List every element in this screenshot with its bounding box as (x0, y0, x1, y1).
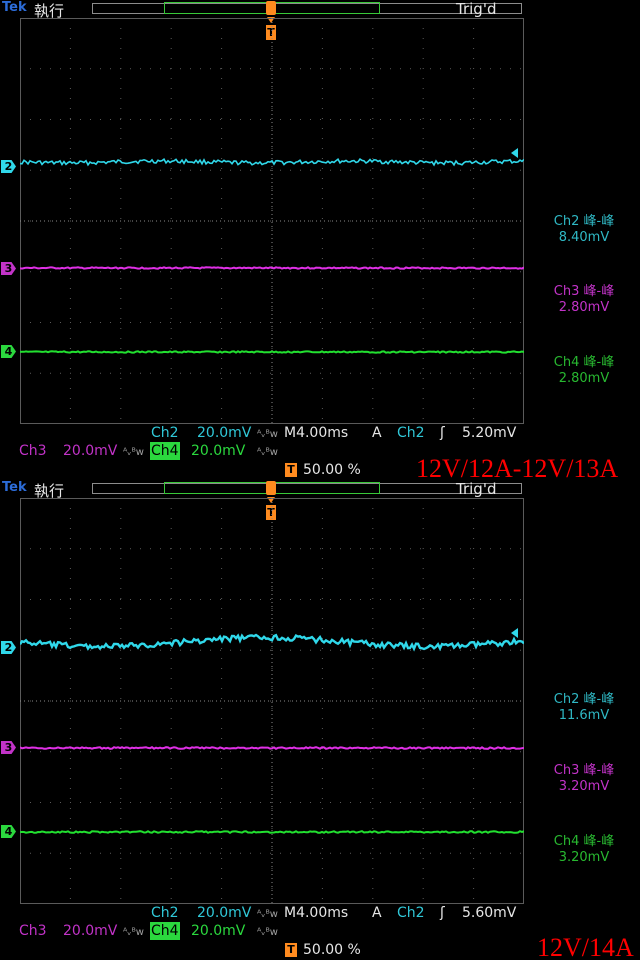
ch2-measure-value: 11.6mV (558, 708, 610, 723)
ch2-measure-value: 8.40mV (558, 230, 610, 245)
trigger-position-marker-top[interactable] (266, 481, 276, 495)
ch3-measure-value: 3.20mV (558, 779, 610, 794)
ch4-status-label[interactable]: Ch4 (150, 442, 180, 460)
ch3-bw-limit-icon: ᴬᵥᴮw (123, 447, 144, 458)
tek-logo: Tek (2, 480, 27, 495)
ch2-measure-label: Ch2 峰-峰 (553, 692, 615, 707)
trigger-level-marker-icon[interactable] (511, 148, 518, 158)
timebase-readout[interactable]: M4.00ms (284, 424, 348, 442)
trigger-source[interactable]: Ch2 (397, 904, 425, 922)
trigger-level-marker-icon[interactable] (511, 628, 518, 638)
trigger-position-readout[interactable]: 50.00 % (303, 941, 361, 959)
trigger-position-icon: T (285, 943, 297, 957)
ch3-ground-marker[interactable]: 3 (1, 262, 16, 275)
trigger-position-marker-top[interactable] (266, 1, 276, 15)
ch3-ground-marker[interactable]: 3 (1, 741, 16, 754)
ch2-bw-limit-icon: ᴬᵥᴮw (257, 909, 278, 920)
ch4-measure-value: 2.80mV (558, 371, 610, 386)
ch4-pk-pk-readout: Ch4 峰-峰 3.20mV (530, 834, 638, 866)
ch2-measure-label: Ch2 峰-峰 (553, 214, 615, 229)
trigger-mode: A (372, 905, 382, 921)
ch3-volts-div[interactable]: 20.0mV (63, 442, 117, 460)
ch3-pk-pk-readout: Ch3 峰-峰 3.20mV (530, 763, 638, 795)
ch4-pk-pk-readout: Ch4 峰-峰 2.80mV (530, 355, 638, 387)
ch3-pk-pk-readout: Ch3 峰-峰 2.80mV (530, 284, 638, 316)
graticule-and-waveforms (20, 498, 524, 904)
scope-screen-1: Tek 執行 T Trig'd 2 3 4 Ch2 峰-峰 8.40mV Ch3… (0, 0, 640, 480)
graticule (20, 18, 524, 424)
ch4-bw-limit-icon: ᴬᵥᴮw (257, 927, 278, 938)
trigger-status: Trig'd (456, 0, 497, 18)
ch3-waveform (20, 746, 524, 750)
trigger-slope-icon: ʃ (440, 425, 445, 441)
graticule (20, 498, 524, 904)
load-condition-annotation-1: 12V/12A-12V/13A (416, 454, 619, 483)
ch4-ground-marker[interactable]: 4 (1, 345, 16, 358)
ch3-measure-value: 2.80mV (558, 300, 610, 315)
ch3-bw-limit-icon: ᴬᵥᴮw (123, 927, 144, 938)
trigger-level-readout[interactable]: 5.60mV (462, 904, 516, 922)
ch2-volts-div[interactable]: 20.0mV (197, 424, 251, 442)
ch2-status-label[interactable]: Ch2 (151, 904, 179, 922)
scope-top-bar: Tek 執行 T Trig'd (0, 0, 640, 40)
ch3-volts-div[interactable]: 20.0mV (63, 922, 117, 940)
scope-screen-2: Tek 執行 T Trig'd 2 3 4 Ch2 峰-峰 11.6mV Ch3… (0, 480, 640, 960)
trigger-level-readout[interactable]: 5.20mV (462, 424, 516, 442)
ch3-waveform (20, 266, 524, 270)
ch2-status-label[interactable]: Ch2 (151, 424, 179, 442)
load-condition-annotation-2: 12V/14A (537, 933, 634, 962)
waveforms (20, 633, 524, 834)
ch2-pk-pk-readout: Ch2 峰-峰 11.6mV (530, 692, 638, 724)
ch4-measure-label: Ch4 峰-峰 (553, 834, 615, 849)
ch4-volts-div[interactable]: 20.0mV (190, 922, 246, 940)
graticule-and-waveforms (20, 18, 524, 424)
ch4-ground-marker[interactable]: 4 (1, 825, 16, 838)
ch2-bw-limit-icon: ᴬᵥᴮw (257, 429, 278, 440)
ch3-status-label[interactable]: Ch3 (19, 442, 47, 460)
trigger-source[interactable]: Ch2 (397, 424, 425, 442)
trigger-mode: A (372, 425, 382, 441)
ch4-status-label[interactable]: Ch4 (150, 922, 180, 940)
ch4-waveform (20, 830, 524, 834)
ch2-ground-marker[interactable]: 2 (1, 160, 16, 173)
ch3-measure-label: Ch3 峰-峰 (553, 284, 615, 299)
ch2-ground-marker[interactable]: 2 (1, 641, 16, 654)
ch2-volts-div[interactable]: 20.0mV (197, 904, 251, 922)
ch2-waveform (20, 158, 524, 167)
trigger-slope-icon: ʃ (440, 905, 445, 921)
ch4-volts-div[interactable]: 20.0mV (190, 442, 246, 460)
tek-logo: Tek (2, 0, 27, 15)
ch4-measure-value: 3.20mV (558, 850, 610, 865)
ch4-waveform (20, 350, 524, 354)
ch4-bw-limit-icon: ᴬᵥᴮw (257, 447, 278, 458)
ch2-pk-pk-readout: Ch2 峰-峰 8.40mV (530, 214, 638, 246)
ch3-measure-label: Ch3 峰-峰 (553, 763, 615, 778)
ch3-status-label[interactable]: Ch3 (19, 922, 47, 940)
trigger-position-readout[interactable]: 50.00 % (303, 461, 361, 479)
timebase-readout[interactable]: M4.00ms (284, 904, 348, 922)
ch4-measure-label: Ch4 峰-峰 (553, 355, 615, 370)
trigger-position-icon: T (285, 463, 297, 477)
